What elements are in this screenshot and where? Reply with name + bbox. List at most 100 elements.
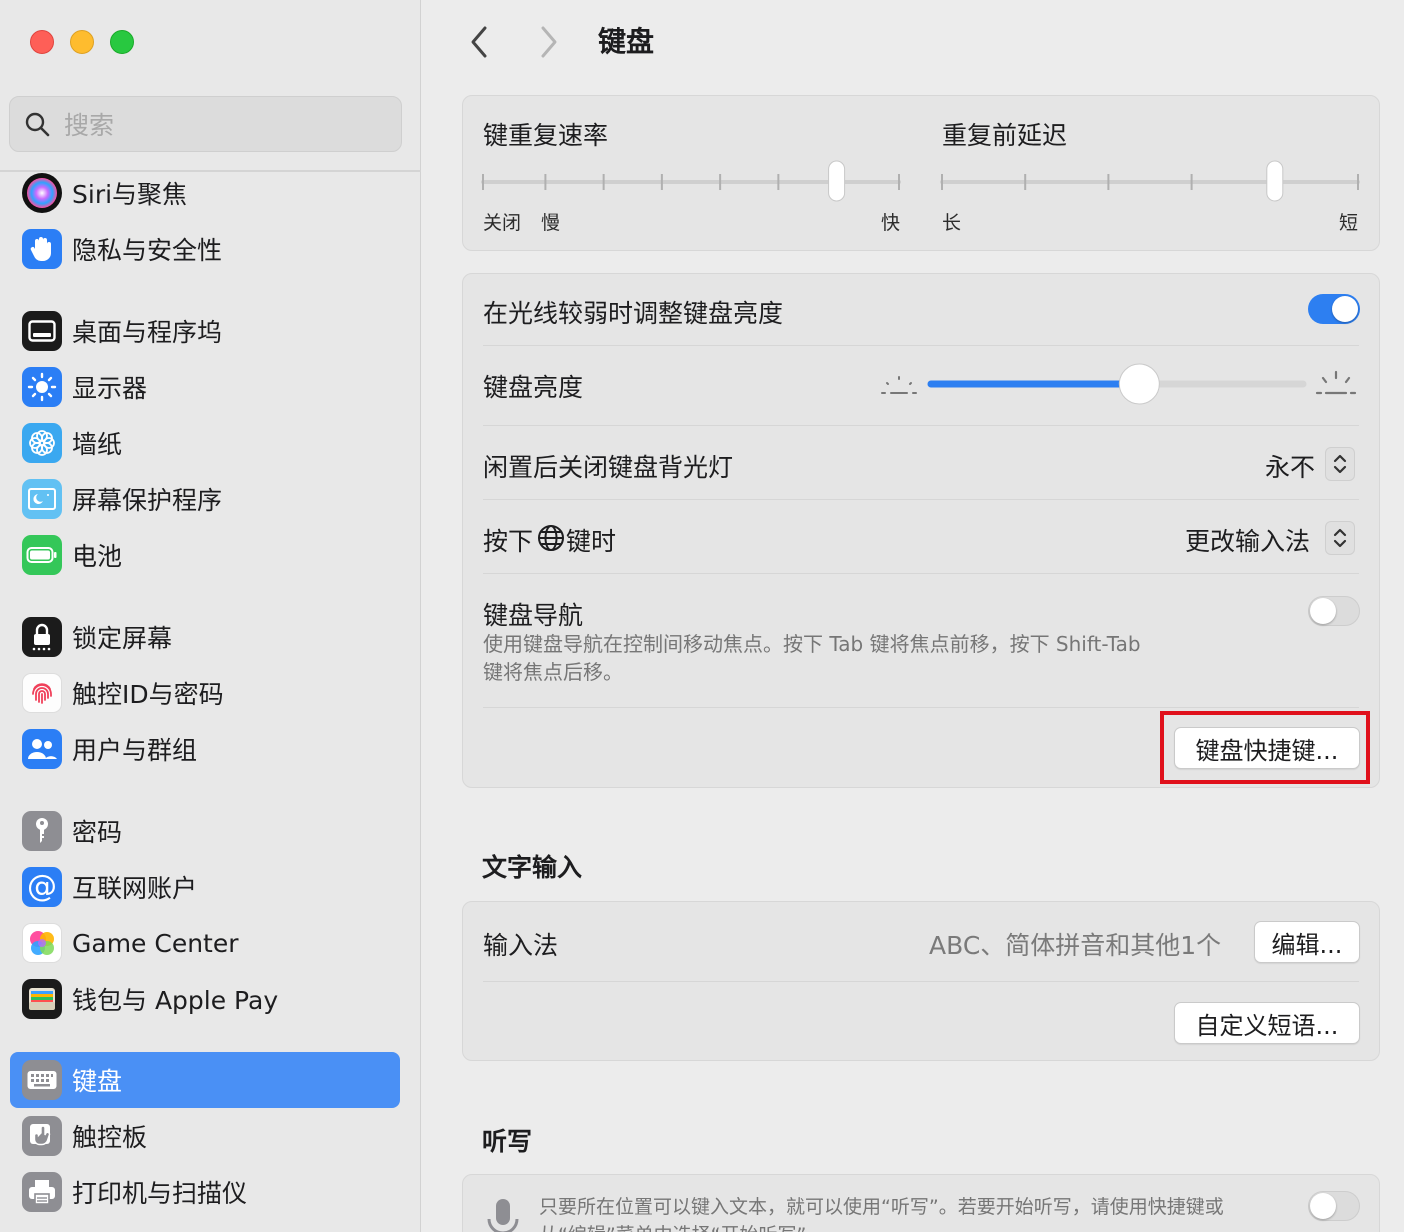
edit-input-sources-button[interactable]: 编辑... [1254,921,1360,963]
backlight-idle-value[interactable]: 永不 [1265,448,1315,484]
sidebar-item-internet-accounts[interactable]: @ 互联网账户 [10,859,400,915]
keyboard-brightness-label: 键盘亮度 [483,373,584,402]
globe-key-value[interactable]: 更改输入法 [1185,522,1310,558]
sidebar-item-keyboard[interactable]: 键盘 [10,1052,400,1108]
key-icon [22,811,62,851]
auto-brightness-label: 在光线较弱时调整键盘亮度 [483,299,784,328]
keyboard-navigation-toggle[interactable] [1308,596,1360,626]
row-divider [483,981,1359,982]
sidebar: 搜索 Siri与聚焦 隐私与安全性 桌面与程序坞 显示器 墙纸 屏幕保护程序 电… [0,0,421,1232]
input-sources-value: ABC、简体拼音和其他1个 [929,931,1222,960]
chevron-left-icon [471,26,487,58]
brightness-low-icon [881,376,917,394]
row-divider [483,499,1359,500]
sidebar-item-desktop-dock[interactable]: 桌面与程序坞 [10,303,400,359]
sidebar-item-label: 触控ID与密码 [72,680,224,709]
row-divider [483,707,1359,708]
slider-knob [1118,363,1160,405]
description-line: 从“编辑”菜单中选择“开始听写”。 [539,1221,1299,1232]
sidebar-item-touch-id[interactable]: 触控ID与密码 [10,665,400,721]
key-repeat-rate-title: 键重复速率 [483,121,609,150]
game-center-icon [22,923,62,963]
search-field[interactable]: 搜索 [9,96,402,152]
dictation-description: 只要所在位置可以键入文本，就可以使用“听写”。若要开始听写，请使用快捷键或 从“… [539,1193,1299,1232]
up-down-chevron-icon [1333,528,1347,548]
auto-brightness-toggle[interactable] [1308,294,1360,324]
sidebar-item-wallet[interactable]: 钱包与 Apple Pay [10,971,400,1027]
up-down-chevron-icon [1333,454,1347,474]
sidebar-item-label: 钱包与 Apple Pay [72,986,279,1015]
text-input-section-title: 文字输入 [482,853,583,882]
sidebar-item-label: 触控板 [72,1123,148,1152]
rate-fast-label: 快 [881,212,901,234]
dock-icon [22,311,62,351]
siri-icon [22,173,62,213]
sidebar-item-lock-screen[interactable]: 锁定屏幕 [10,609,400,665]
sidebar-item-passwords[interactable]: 密码 [10,803,400,859]
keyboard-navigation-description: 使用键盘导航在控制间移动焦点。按下 Tab 键将焦点前移，按下 Shift-Ta… [483,630,1263,686]
wallet-icon [22,979,62,1019]
row-divider [483,345,1359,346]
sidebar-item-label: 墙纸 [72,430,123,459]
sidebar-item-battery[interactable]: 电池 [10,527,400,583]
delay-long-label: 长 [942,212,962,234]
zoom-window-button[interactable] [110,30,134,54]
keyboard-brightness-slider[interactable] [925,362,1309,406]
sidebar-item-label: 键盘 [72,1067,123,1096]
forward-button[interactable] [532,22,566,62]
keyboard-icon [22,1060,62,1100]
users-icon [22,729,62,769]
brightness-high-icon [1315,370,1357,395]
backlight-idle-popup[interactable] [1325,447,1355,481]
globe-key-label-post: 键时 [566,527,617,556]
microphone-icon [487,1199,519,1232]
close-window-button[interactable] [30,30,54,54]
sun-icon [22,367,62,407]
lock-icon [22,617,62,657]
sidebar-item-label: 互联网账户 [72,874,198,903]
page-title: 键盘 [598,25,655,58]
sidebar-item-displays[interactable]: 显示器 [10,359,400,415]
sidebar-item-label: Game Center [72,928,239,958]
sidebar-item-label: Siri与聚焦 [72,180,188,209]
sidebar-item-label: 屏幕保护程序 [72,486,223,515]
printer-icon [22,1172,62,1212]
back-button[interactable] [462,22,496,62]
sidebar-item-trackpad[interactable]: 触控板 [10,1108,400,1164]
rate-slow-label: 慢 [541,212,561,234]
sidebar-item-privacy[interactable]: 隐私与安全性 [10,221,400,277]
sidebar-item-game-center[interactable]: Game Center [10,915,400,971]
search-placeholder: 搜索 [64,111,115,140]
chevron-right-icon [541,26,557,58]
sidebar-item-label: 显示器 [72,374,148,403]
sidebar-item-label: 锁定屏幕 [72,624,173,653]
key-repeat-rate-slider[interactable] [477,160,907,204]
dictation-toggle[interactable] [1308,1191,1360,1221]
key-repeat-card: 键重复速率 重复前延迟 关闭 慢 快 长 短 [462,95,1380,251]
globe-key-label-pre: 按下 [483,527,534,556]
sidebar-item-wallpaper[interactable]: 墙纸 [10,415,400,471]
sidebar-item-label: 用户与群组 [72,736,198,765]
row-divider [483,425,1359,426]
fingerprint-icon [22,673,62,713]
slider-knob [1266,160,1284,202]
minimize-window-button[interactable] [70,30,94,54]
rate-off-label: 关闭 [483,212,522,234]
delay-until-repeat-slider[interactable] [936,160,1366,204]
dictation-card: 只要所在位置可以键入文本，就可以使用“听写”。若要开始听写，请使用快捷键或 从“… [462,1174,1380,1232]
keyboard-navigation-label: 键盘导航 [483,601,584,630]
custom-phrases-button[interactable]: 自定义短语... [1174,1002,1360,1044]
main-content: 键盘 键重复速率 重复前延迟 关闭 慢 快 长 短 在光线较弱时调整键盘亮度 键… [422,0,1404,1232]
search-icon [25,112,50,137]
delay-until-repeat-title: 重复前延迟 [942,121,1068,150]
sidebar-item-users[interactable]: 用户与群组 [10,721,400,777]
input-sources-label: 输入法 [483,931,559,960]
text-input-card: 输入法 ABC、简体拼音和其他1个 编辑... 自定义短语... [462,901,1380,1061]
sidebar-item-screensaver[interactable]: 屏幕保护程序 [10,471,400,527]
window-controls [30,30,134,54]
globe-key-popup[interactable] [1325,521,1355,555]
sidebar-item-printers[interactable]: 打印机与扫描仪 [10,1164,400,1220]
backlight-off-idle-label: 闲置后关闭键盘背光灯 [483,453,734,482]
description-line: 使用键盘导航在控制间移动焦点。按下 Tab 键将焦点前移，按下 Shift-Ta… [483,632,1141,656]
sidebar-item-siri[interactable]: Siri与聚焦 [10,165,400,221]
